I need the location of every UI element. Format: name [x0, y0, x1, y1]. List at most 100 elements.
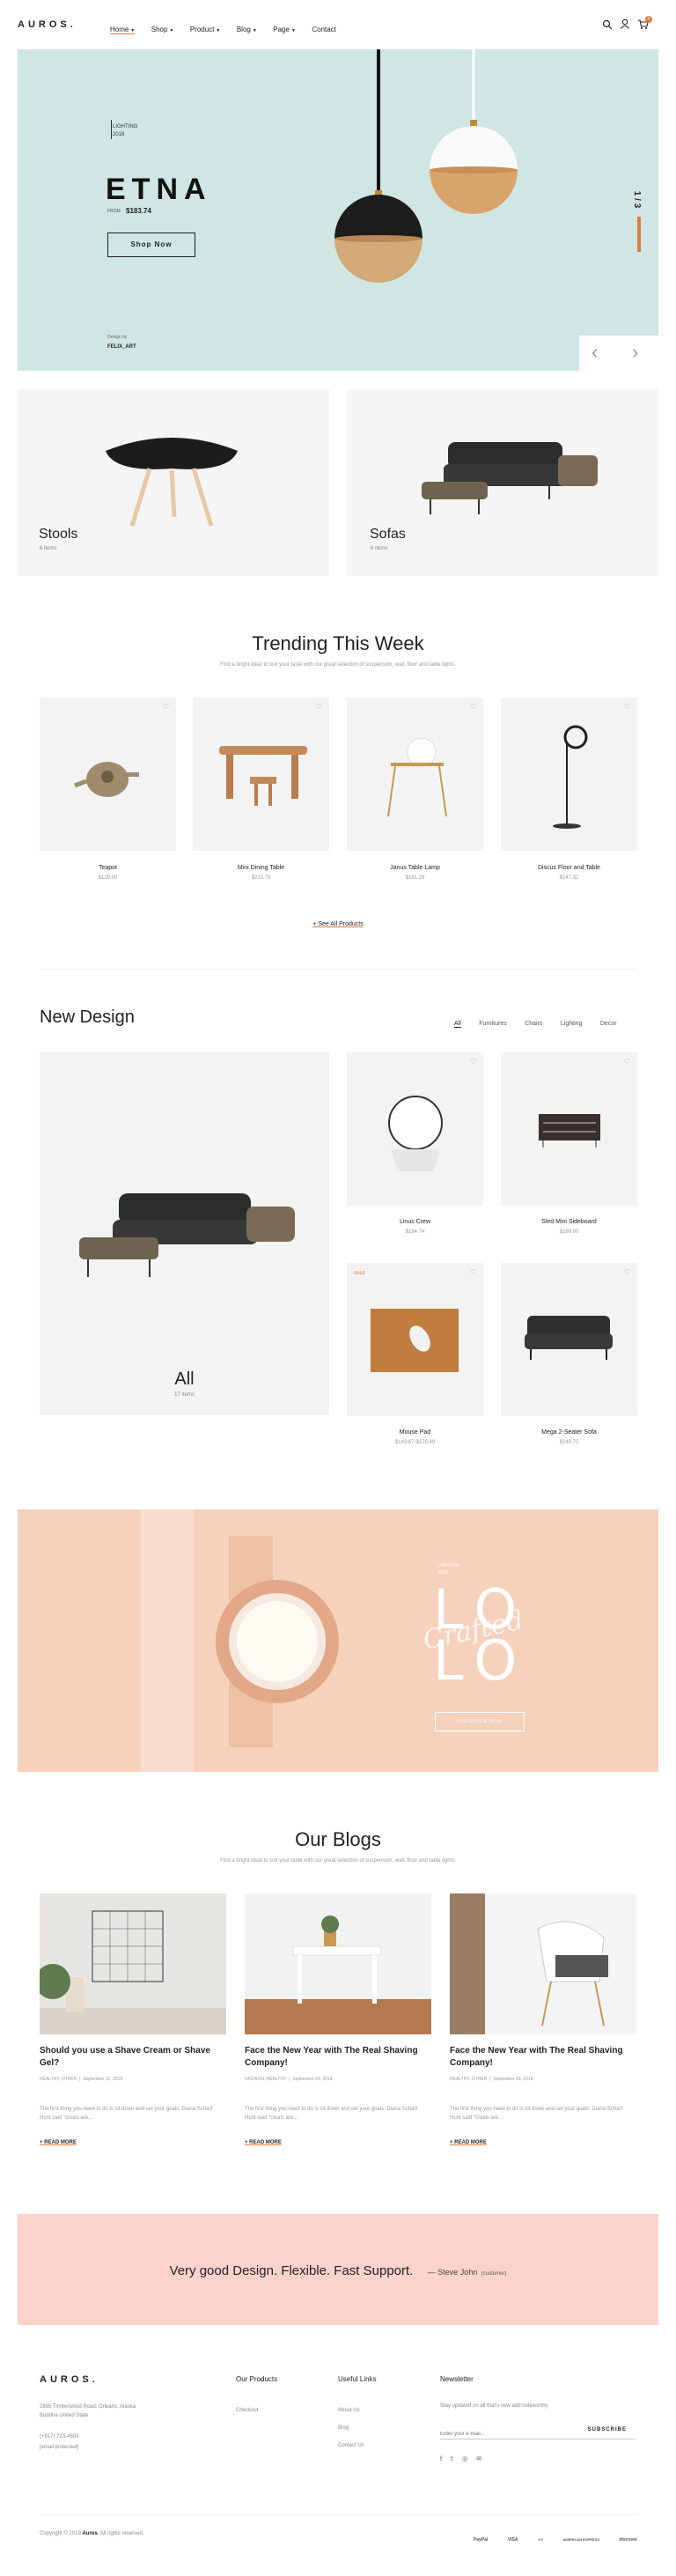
nav-product[interactable]: Product ▼: [190, 26, 221, 33]
user-icon[interactable]: [620, 18, 630, 29]
site-logo[interactable]: AUROS.: [18, 19, 77, 30]
search-icon[interactable]: [602, 19, 613, 30]
filter-furnitures[interactable]: Furnitures: [479, 1021, 507, 1027]
product-card-image[interactable]: ♡: [501, 1263, 637, 1416]
footer-products-heading: Our Products: [236, 2375, 278, 2383]
featured-collection-title: All: [174, 1369, 195, 1389]
read-more-link[interactable]: + READ MORE: [450, 2140, 487, 2145]
filter-chairs[interactable]: Chairs: [525, 1021, 542, 1027]
footer-link-blog[interactable]: Blog: [338, 2424, 349, 2432]
product-name[interactable]: Sled Mini Sideboard: [501, 1219, 637, 1225]
blog-image-workspace: [40, 1910, 226, 2034]
sideboard-image: [539, 1114, 600, 1148]
footer-logo[interactable]: AUROS.: [40, 2374, 99, 2385]
testimonial-banner: Very good Design. Flexible. Fast Support…: [18, 2214, 658, 2325]
footer-link-checkout[interactable]: Checkout: [236, 2406, 258, 2415]
read-more-link[interactable]: + READ MORE: [245, 2140, 282, 2145]
footer-email[interactable]: [email protected]: [40, 2443, 78, 2452]
wishlist-heart-icon[interactable]: ♡: [470, 1058, 476, 1066]
category-count: 6 items: [40, 546, 57, 551]
product-name[interactable]: Mini Dining Table: [193, 865, 329, 871]
discover-now-button[interactable]: DISCOVER NOW: [435, 1712, 525, 1731]
hero-pendant-lamps-image: [334, 49, 518, 283]
subscribe-button[interactable]: SUBSCRIBE: [588, 2427, 627, 2432]
blogs-title: Our Blogs: [295, 1828, 381, 1850]
blog-post-title[interactable]: Should you use a Shave Cream or Shave Ge…: [40, 2045, 226, 2070]
product-name[interactable]: Discus Floor and Table: [501, 865, 637, 871]
product-name[interactable]: Linus Crew: [347, 1219, 483, 1225]
blog-image-chair: [450, 1893, 608, 2034]
product-card-image[interactable]: ♡: [347, 1052, 483, 1206]
trending-title: Trending This Week: [252, 632, 424, 654]
nav-shop[interactable]: Shop ▼: [151, 26, 174, 33]
filter-decor[interactable]: Decor: [600, 1021, 617, 1027]
product-name[interactable]: Mouse Pad: [347, 1429, 483, 1436]
product-name[interactable]: Mega 2-Seater Sofa: [501, 1429, 637, 1436]
product-card-image[interactable]: ♡: [40, 698, 176, 851]
featured-collection-count: 17 items: [174, 1392, 195, 1398]
footer-link-contact[interactable]: Contact Us: [338, 2441, 364, 2450]
product-card-image[interactable]: ♡: [347, 698, 483, 851]
newsletter-email-input[interactable]: [440, 2432, 563, 2437]
wishlist-heart-icon[interactable]: ♡: [624, 703, 630, 711]
blog-post-title[interactable]: Face the New Year with The Real Shaving …: [450, 2045, 636, 2070]
blog-post-image[interactable]: [40, 1893, 226, 2034]
product-card-image[interactable]: ♡: [501, 698, 637, 851]
hero-next-button[interactable]: ›: [632, 341, 638, 364]
stool-image: [106, 438, 238, 527]
category-sofas[interactable]: Sofas 6 items: [347, 389, 658, 576]
category-title: Sofas: [370, 527, 406, 542]
footer-phone: (+917) 723-4608: [40, 2434, 79, 2439]
see-all-products-link[interactable]: + See All Products: [0, 921, 676, 927]
wishlist-heart-icon[interactable]: ♡: [624, 1058, 630, 1066]
footer-divider: [40, 2514, 637, 2515]
product-name[interactable]: Teapot: [40, 865, 176, 871]
read-more-link[interactable]: + READ MORE: [40, 2140, 77, 2145]
blog-post-meta: HEALTHY, OTHER | September 18, 2018: [450, 2077, 533, 2082]
shop-now-button[interactable]: Shop Now: [107, 233, 195, 257]
hero-pager-progress: [637, 217, 641, 252]
blog-post-title[interactable]: Face the New Year with The Real Shaving …: [245, 2045, 431, 2070]
product-price: $164.74: [405, 1229, 425, 1235]
wishlist-heart-icon[interactable]: ♡: [163, 703, 169, 711]
mirror-image: [388, 1096, 443, 1171]
nav-home[interactable]: Home ▼: [110, 26, 136, 34]
facebook-icon[interactable]: f: [440, 2456, 442, 2462]
footer-social: f 𝕥 ◎ ✉: [440, 2455, 481, 2462]
sofa-collection-image: [79, 1193, 295, 1277]
wishlist-heart-icon[interactable]: ♡: [470, 703, 476, 711]
blog-post-image[interactable]: [450, 1893, 636, 2034]
featured-collection-card[interactable]: All 17 items: [40, 1052, 329, 1415]
product-name[interactable]: Janus Table Lamp: [347, 865, 483, 871]
email-icon[interactable]: ✉: [476, 2456, 481, 2462]
hero-prev-button[interactable]: ‹: [592, 341, 598, 364]
hero-label-bar: [111, 120, 112, 139]
blog-image-desk: [245, 1915, 431, 2034]
product-price: $143.67-$179.49: [394, 1440, 436, 1445]
wishlist-heart-icon[interactable]: ♡: [470, 1268, 476, 1276]
product-card-image[interactable]: ♡: [193, 698, 329, 851]
testimonial-role: (customer): [481, 2271, 507, 2277]
new-design-filters: All Furnitures Chairs Lighting Decor: [440, 1014, 617, 1030]
product-card-image[interactable]: ♡: [501, 1052, 637, 1206]
trending-subtitle: Find a bright ideal to suit your taste w…: [220, 662, 456, 668]
product-card-image[interactable]: SALE ♡: [347, 1263, 483, 1416]
testimonial-author: — Steve John: [427, 2268, 478, 2277]
nav-blog[interactable]: Blog ▼: [237, 26, 257, 33]
nav-contact[interactable]: Contact: [312, 26, 338, 33]
section-divider: [40, 969, 637, 970]
blog-post-excerpt: The first thing you need to do is sit do…: [450, 2107, 623, 2121]
footer-link-about[interactable]: About Us: [338, 2406, 360, 2415]
instagram-icon[interactable]: ◎: [462, 2456, 467, 2462]
twitter-icon[interactable]: 𝕥: [451, 2456, 453, 2462]
nav-page[interactable]: Page ▼: [273, 26, 296, 33]
paypal-icon: PayPal: [474, 2537, 489, 2543]
wishlist-heart-icon[interactable]: ♡: [624, 1268, 630, 1276]
two-seater-sofa-image: [525, 1316, 613, 1360]
blog-post-image[interactable]: [245, 1893, 431, 2034]
filter-all[interactable]: All: [454, 1021, 461, 1028]
category-stools[interactable]: Stools 6 items: [18, 389, 329, 576]
hero-price-from: FROM: [107, 209, 121, 214]
wishlist-heart-icon[interactable]: ♡: [316, 703, 322, 711]
filter-lighting[interactable]: Lighting: [561, 1021, 583, 1027]
